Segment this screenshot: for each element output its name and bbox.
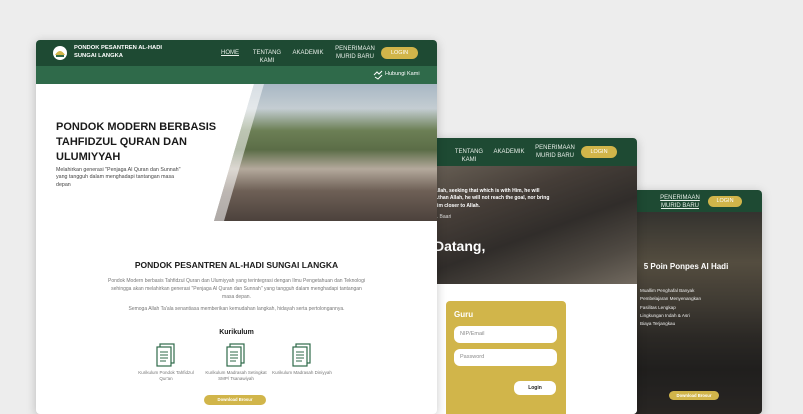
kurikulum-item[interactable]: Kurikulum Madrasah Diniyyah	[267, 343, 337, 376]
nav-penerimaan[interactable]: PENERIMAAN MURID BARU	[660, 195, 700, 210]
kurikulum-label: Kurikulum Madrasah Setingkat SMP/ Tsanaw…	[205, 370, 267, 382]
document-icon	[226, 343, 245, 367]
list-item: Muallim Penghafal Banyak	[640, 288, 695, 293]
submit-login-button[interactable]: Login	[514, 381, 556, 395]
list-item: Lingkungan Indah & Asri	[640, 312, 690, 318]
main-navbar: PONDOK PESANTREN AL-HADI SUNGAI LANGKA H…	[36, 40, 437, 66]
doa-paragraph: Semoga Allah Ta'ala senantiasa memberika…	[128, 306, 345, 312]
poin-list: Muallim Penghafal Banyak Pembelajaran Me…	[640, 287, 701, 328]
home-page-preview: PONDOK PESANTREN AL-HADI SUNGAI LANGKA H…	[36, 40, 437, 414]
nav-home[interactable]: HOME	[220, 50, 240, 58]
pesantren-logo-icon	[53, 46, 67, 60]
nav-tentang-kami[interactable]: TENTANG KAMI	[448, 149, 490, 164]
kurikulum-label: Kurikulum Pondok Tahfidzul Qur'an	[138, 370, 194, 382]
hero-photo	[430, 166, 637, 284]
download-brosur-button[interactable]: Download Brosur	[204, 395, 266, 405]
poin-title: 5 Poin Ponpes Al Hadi	[643, 262, 729, 271]
welcome-heading: Datang,	[434, 238, 486, 254]
nav-akademik[interactable]: AKADEMIK	[292, 50, 324, 58]
poin-page-preview: PENERIMAAN MURID BARU LOGIN 5 Poin Ponpe…	[626, 190, 762, 414]
kurikulum-item[interactable]: Kurikulum Madrasah Setingkat SMP/ Tsanaw…	[201, 343, 271, 383]
hero-title: PONDOK MODERN BERBASIS TAHFIDZUL QURAN D…	[56, 121, 217, 163]
login-page-preview: TENTANG KAMI AKADEMIK PENERIMAAN MURID B…	[430, 138, 637, 414]
nav-penerimaan[interactable]: PENERIMAAN MURID BARU	[333, 46, 377, 61]
handshake-icon	[373, 70, 383, 80]
section-title: PONDOK PESANTREN AL-HADI SUNGAI LANGKA	[134, 260, 339, 270]
document-icon	[156, 343, 175, 367]
intro-paragraph: Pondok Modern berbasis Tahfidzul Quran d…	[108, 278, 365, 300]
kurikulum-title: Kurikulum	[219, 329, 254, 336]
subnav-bar: Hubungi Kami	[36, 66, 437, 84]
login-navbar: TENTANG KAMI AKADEMIK PENERIMAAN MURID B…	[430, 138, 637, 166]
form-title: Guru	[454, 310, 474, 319]
hubungi-kami-link[interactable]: Hubungi Kami	[385, 71, 420, 77]
login-button[interactable]: LOGIN	[381, 47, 418, 59]
poin-navbar: PENERIMAAN MURID BARU LOGIN	[626, 190, 762, 212]
list-item: Pembelajaran Menyenangkan	[640, 296, 702, 302]
nip-email-input[interactable]: NIP/Email	[454, 326, 557, 343]
quote-author: ... Baari	[434, 213, 452, 220]
document-icon	[292, 343, 311, 367]
hero-subtitle: Melahirkan generasi "Penjaga Al Quran da…	[56, 167, 181, 188]
kurikulum-item[interactable]: Kurikulum Pondok Tahfidzul Qur'an	[131, 343, 201, 383]
password-input[interactable]: Password	[454, 349, 557, 366]
nav-akademik[interactable]: AKADEMIK	[492, 149, 526, 157]
nav-tentang-kami[interactable]: TENTANG KAMI	[246, 50, 288, 65]
login-button[interactable]: LOGIN	[708, 196, 742, 207]
list-item: Fasilitas Lengkap	[640, 304, 676, 310]
login-form: Guru NIP/Email Password Login	[446, 301, 566, 414]
nav-penerimaan[interactable]: PENERIMAAN MURID BARU	[534, 145, 576, 160]
hero-quote: Allah, seeking that which is with Him, h…	[434, 188, 554, 221]
list-item: Biaya Terjangkau	[640, 321, 676, 327]
kurikulum-label: Kurikulum Madrasah Diniyyah	[272, 370, 332, 375]
login-button[interactable]: LOGIN	[581, 146, 617, 158]
download-brosur-button[interactable]: Download Brosur	[669, 391, 719, 400]
brand-name: PONDOK PESANTREN AL-HADI SUNGAI LANGKA	[74, 45, 163, 59]
